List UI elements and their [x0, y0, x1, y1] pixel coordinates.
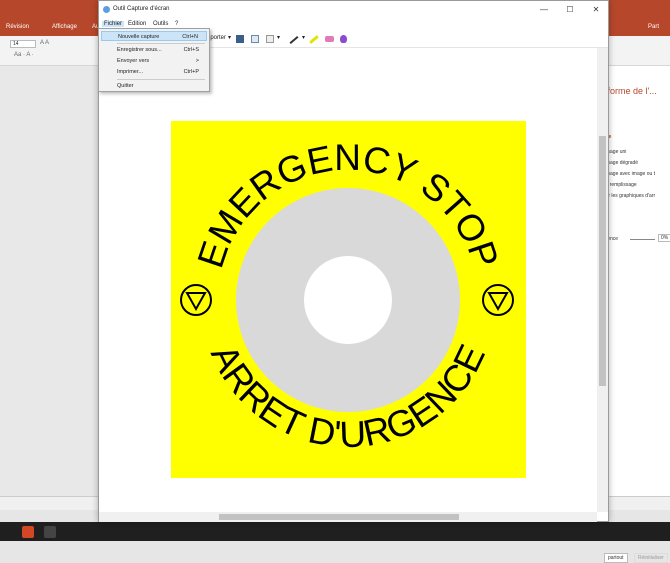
- menu-item-label: Quitter: [117, 83, 134, 89]
- chevron-down-icon[interactable]: ▾: [277, 34, 280, 41]
- sign-center: [304, 256, 392, 344]
- menu-item-shortcut: Ctrl+N: [182, 34, 198, 40]
- highlighter-icon[interactable]: [309, 35, 319, 44]
- emergency-stop-image: EMERGENCY STOP ARRET D'URGENCE: [171, 121, 526, 478]
- reset-button[interactable]: Réinitialiser: [634, 553, 668, 563]
- capture-canvas[interactable]: EMERGENCY STOP ARRET D'URGENCE: [99, 48, 597, 512]
- send-icon[interactable]: [266, 35, 274, 43]
- menu-help[interactable]: ?: [175, 21, 178, 27]
- horizontal-scrollbar[interactable]: [99, 512, 597, 522]
- chevron-down-icon[interactable]: ▾: [302, 34, 305, 41]
- menu-item-shortcut: Ctrl+S: [183, 47, 199, 53]
- copy-icon[interactable]: [251, 35, 259, 43]
- close-icon[interactable]: ✕: [583, 1, 609, 19]
- app-icon: [103, 6, 110, 13]
- menu-separator: [117, 43, 205, 44]
- snipping-tool-task-icon[interactable]: [44, 526, 56, 538]
- menu-item-new-capture[interactable]: Nouvelle capture Ctrl+N: [101, 31, 207, 41]
- eraser-icon[interactable]: [325, 36, 334, 42]
- save-icon[interactable]: [236, 35, 244, 43]
- font-size-box[interactable]: 14: [10, 40, 36, 48]
- tab-affichage[interactable]: Affichage: [52, 24, 77, 30]
- menu-item-send-to[interactable]: Envoyer vers >: [101, 56, 207, 66]
- transparence-slider[interactable]: [630, 239, 655, 240]
- minimize-icon[interactable]: —: [531, 1, 557, 19]
- format-icons[interactable]: Aa · A ·: [14, 52, 34, 58]
- powerpoint-task-icon[interactable]: [22, 526, 34, 538]
- menu-item-save-as[interactable]: Enregistrer sous... Ctrl+S: [101, 45, 207, 55]
- slide-area-left: [0, 66, 98, 496]
- format-panel: n forme de l'... sage plissage uni pliss…: [600, 66, 670, 563]
- menu-edition[interactable]: Edition: [128, 21, 146, 27]
- vertical-scroll-thumb[interactable]: [599, 136, 606, 386]
- transparence-value[interactable]: 0%: [658, 234, 670, 242]
- pen-icon[interactable]: [289, 36, 299, 44]
- horizontal-scroll-thumb[interactable]: [219, 514, 459, 520]
- menu-item-print[interactable]: Imprimer... Ctrl+P: [101, 67, 207, 77]
- share-button[interactable]: Part: [648, 24, 659, 30]
- paint3d-icon[interactable]: [340, 35, 347, 43]
- taskbar: [0, 522, 670, 541]
- menu-item-label: Nouvelle capture: [118, 34, 160, 40]
- menu-item-label: Imprimer...: [117, 69, 143, 75]
- submenu-arrow-icon: >: [195, 58, 199, 64]
- menu-item-label: Enregistrer sous...: [117, 47, 162, 53]
- menu-item-label: Envoyer vers: [117, 58, 150, 64]
- apply-all-button[interactable]: partout: [604, 553, 628, 563]
- maximize-icon[interactable]: ☐: [557, 1, 583, 19]
- menu-outils[interactable]: Outils: [153, 21, 168, 27]
- menu-item-quit[interactable]: Quitter: [101, 81, 207, 91]
- tab-revision[interactable]: Révision: [6, 24, 29, 30]
- vertical-scrollbar[interactable]: [597, 48, 608, 512]
- font-grow-icon[interactable]: A A: [40, 40, 49, 46]
- menu-fichier[interactable]: Fichier: [102, 21, 125, 27]
- fichier-dropdown: Nouvelle capture Ctrl+N Enregistrer sous…: [98, 28, 210, 92]
- window-title: Outil Capture d'écran: [113, 6, 170, 12]
- menu-item-shortcut: Ctrl+P: [183, 69, 199, 75]
- menu-separator: [117, 79, 205, 80]
- title-bar: Outil Capture d'écran — ☐ ✕: [99, 1, 608, 19]
- chevron-down-icon[interactable]: ▾: [228, 34, 231, 41]
